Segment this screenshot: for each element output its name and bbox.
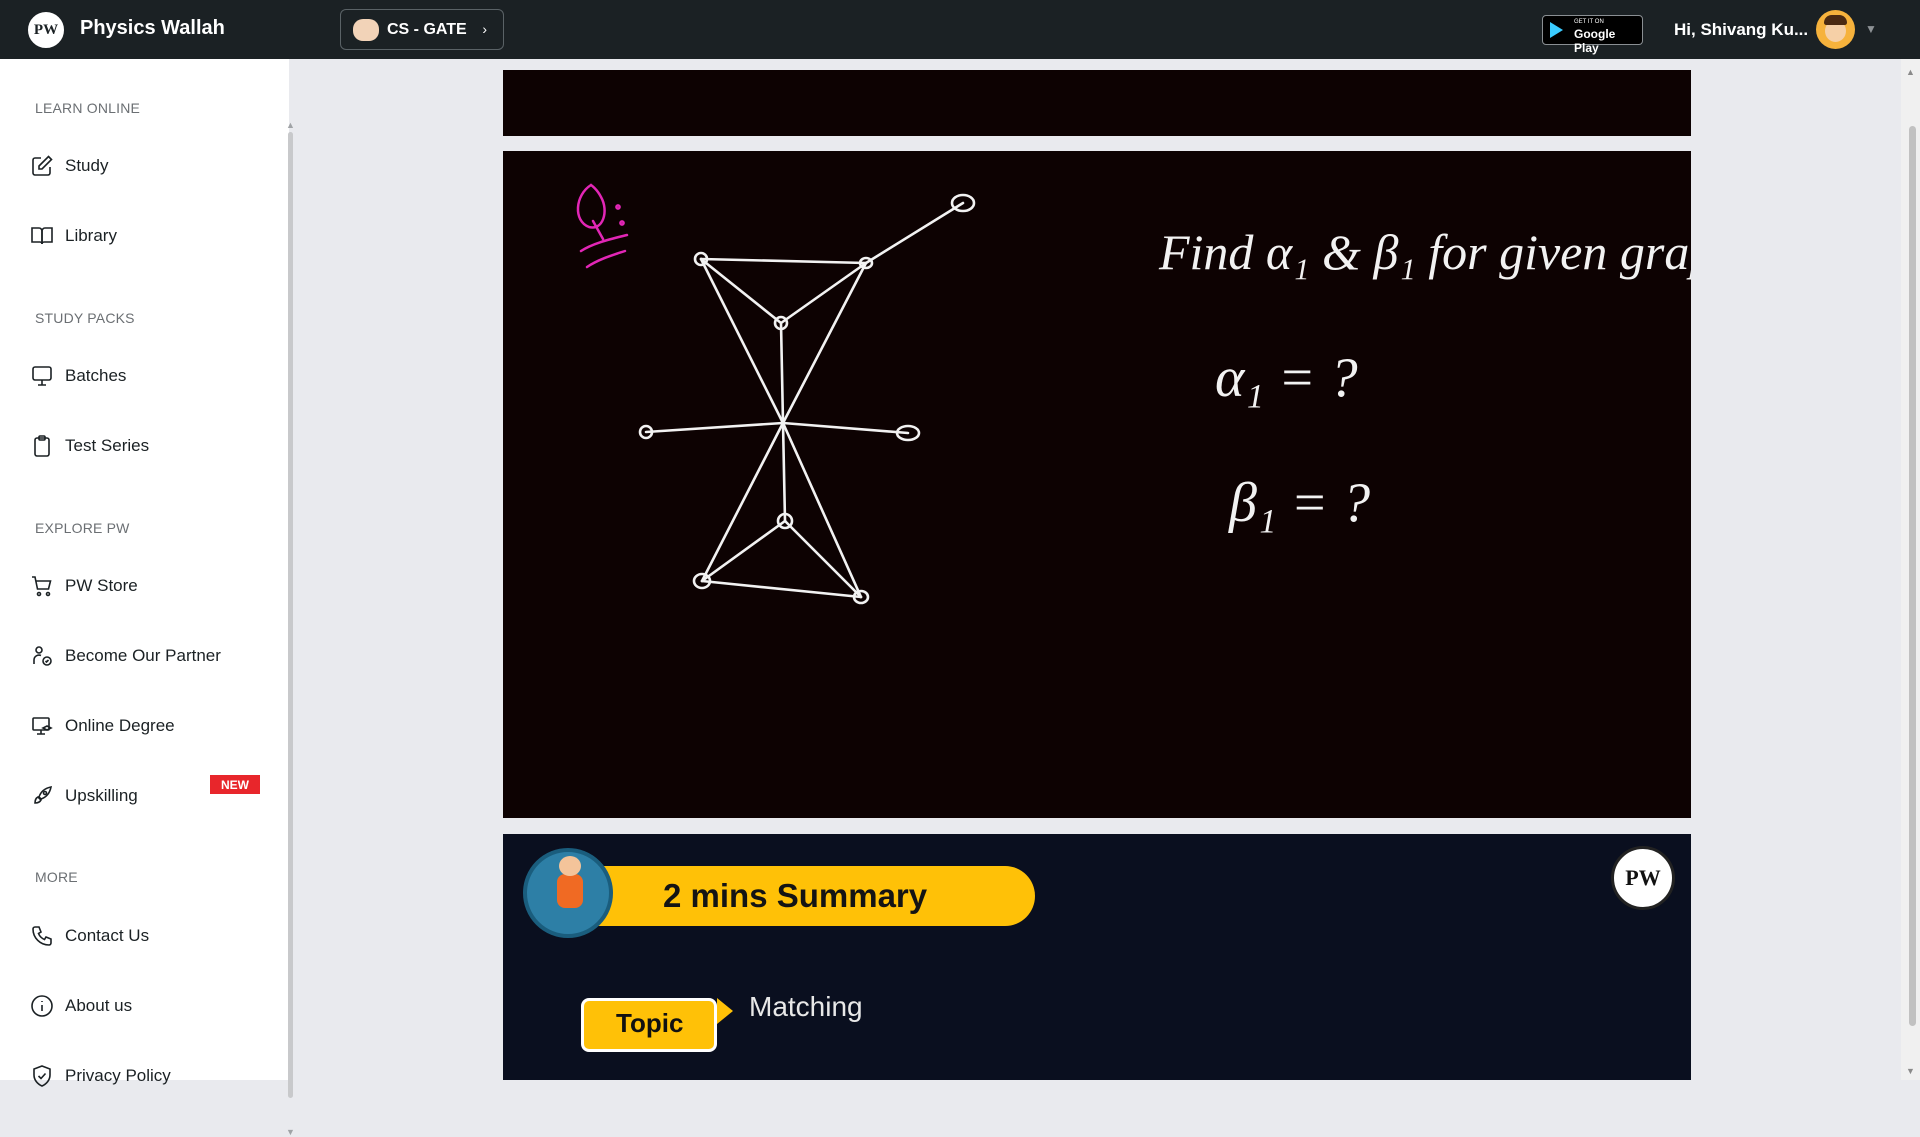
monitor-icon <box>32 366 52 386</box>
whiteboard-video-frame[interactable]: Q: Find α₁ & β₁ for given graph α₁ = ? β… <box>503 151 1739 818</box>
store-small-text: GET IT ON <box>1574 19 1604 25</box>
sidebar-item-label: Privacy Policy <box>65 1066 171 1085</box>
whiteboard-drawing: Q: Find α₁ & β₁ for given graph α₁ = ? β… <box>503 151 1739 605</box>
page-scrollbar-thumb[interactable] <box>1909 126 1916 1026</box>
new-badge: NEW <box>210 775 260 794</box>
sidebar-item-label: Online Degree <box>65 716 175 735</box>
topic-arrow-icon <box>717 998 733 1024</box>
graph-drawing <box>638 193 976 605</box>
sidebar-item-privacy-policy[interactable]: Privacy Policy <box>30 1061 171 1091</box>
whiteboard-line-3: β₁ = ? <box>1228 472 1370 534</box>
sidebar-item-label: About us <box>65 996 133 1015</box>
book-open-icon <box>31 227 53 245</box>
sidebar-item-become-partner[interactable]: Become Our Partner <box>30 641 221 671</box>
sidebar-item-label: Upskilling <box>65 786 138 805</box>
degree-icon <box>32 717 53 735</box>
sidebar-item-study[interactable]: Study <box>30 151 108 181</box>
whiteboard-line-1: Find α₁ & β₁ for given graph <box>1158 224 1691 280</box>
sidebar-item-online-degree[interactable]: Online Degree <box>30 711 175 741</box>
video-frame-top[interactable] <box>503 70 1691 136</box>
sidebar-item-label: Library <box>65 226 117 245</box>
sidebar-item-label: Become Our Partner <box>65 646 221 665</box>
clipboard-icon <box>34 435 50 457</box>
mascot-icon <box>523 848 613 938</box>
rocket-icon <box>34 785 53 804</box>
topic-value: Matching <box>749 991 863 1022</box>
pencil-square-icon <box>32 155 53 176</box>
sidebar-scrollbar[interactable] <box>288 132 293 1098</box>
shield-check-icon <box>33 1065 51 1087</box>
sidebar-item-library[interactable]: Library <box>30 221 117 251</box>
sidebar-item-about-us[interactable]: About us <box>30 991 132 1021</box>
batch-thumbnail-icon <box>353 18 379 41</box>
summary-video-frame[interactable]: 2 mins Summary Topic Matching PW <box>503 834 1691 1080</box>
avatar[interactable] <box>1816 10 1855 49</box>
sidebar-item-test-series[interactable]: Test Series <box>30 431 149 461</box>
avatar-hair <box>1824 15 1847 25</box>
partner-icon <box>33 646 52 666</box>
sidebar-item-label: Test Series <box>65 436 150 455</box>
scroll-up-arrow-icon[interactable]: ▲ <box>286 120 295 130</box>
pw-logo[interactable]: PW <box>26 10 66 50</box>
chevron-right-icon: › <box>482 21 487 37</box>
sidebar-item-batches[interactable]: Batches <box>30 361 126 391</box>
mascot-body <box>557 874 583 908</box>
user-greeting[interactable]: Hi, Shivang Ku... <box>1674 20 1808 40</box>
sidebar-item-label: Batches <box>65 366 127 385</box>
whiteboard-line-2: α₁ = ? <box>1215 347 1358 409</box>
scroll-up-arrow-icon[interactable]: ▲ <box>1906 67 1915 77</box>
question-marker-text: Q: <box>503 151 505 152</box>
phone-icon <box>32 926 52 946</box>
info-icon <box>31 995 53 1017</box>
sidebar-item-label: Study <box>65 156 109 175</box>
sidebar: LEARN ONLINE Study Library STUDY PACKS B… <box>0 59 295 1137</box>
store-big-text: Google Play <box>1574 27 1616 55</box>
section-title-learn-online: LEARN ONLINE <box>35 100 141 116</box>
batch-label: CS - GATE <box>387 20 467 38</box>
top-navbar: PW Physics Wallah CS - GATE › GET IT ON … <box>0 0 1920 59</box>
question-marker: Q: <box>503 151 629 269</box>
caret-down-icon[interactable]: ▼ <box>1865 22 1877 36</box>
section-title-more: MORE <box>35 869 78 885</box>
sidebar-item-upskilling[interactable]: Upskilling <box>30 781 138 811</box>
sidebar-item-label: PW Store <box>65 576 138 595</box>
sidebar-item-label: Contact Us <box>65 926 150 945</box>
brand-name[interactable]: Physics Wallah <box>80 17 225 40</box>
google-play-button[interactable]: GET IT ON Google Play <box>1542 15 1643 55</box>
summary-title: 2 mins Summary <box>663 877 928 914</box>
batch-selector-button[interactable]: CS - GATE › <box>340 9 504 50</box>
section-title-explore-pw: EXPLORE PW <box>35 520 130 536</box>
sidebar-item-pw-store[interactable]: PW Store <box>30 571 138 601</box>
cart-icon <box>32 576 52 597</box>
pw-watermark-logo: PW <box>1611 846 1675 910</box>
mascot-head <box>559 856 581 876</box>
play-store-icon <box>1550 22 1563 38</box>
topic-label: Topic <box>616 1008 684 1038</box>
section-title-study-packs: STUDY PACKS <box>35 310 135 326</box>
scroll-down-arrow-icon[interactable]: ▼ <box>286 1127 295 1137</box>
scroll-down-arrow-icon[interactable]: ▼ <box>1906 1066 1915 1076</box>
sidebar-item-contact-us[interactable]: Contact Us <box>30 921 149 951</box>
